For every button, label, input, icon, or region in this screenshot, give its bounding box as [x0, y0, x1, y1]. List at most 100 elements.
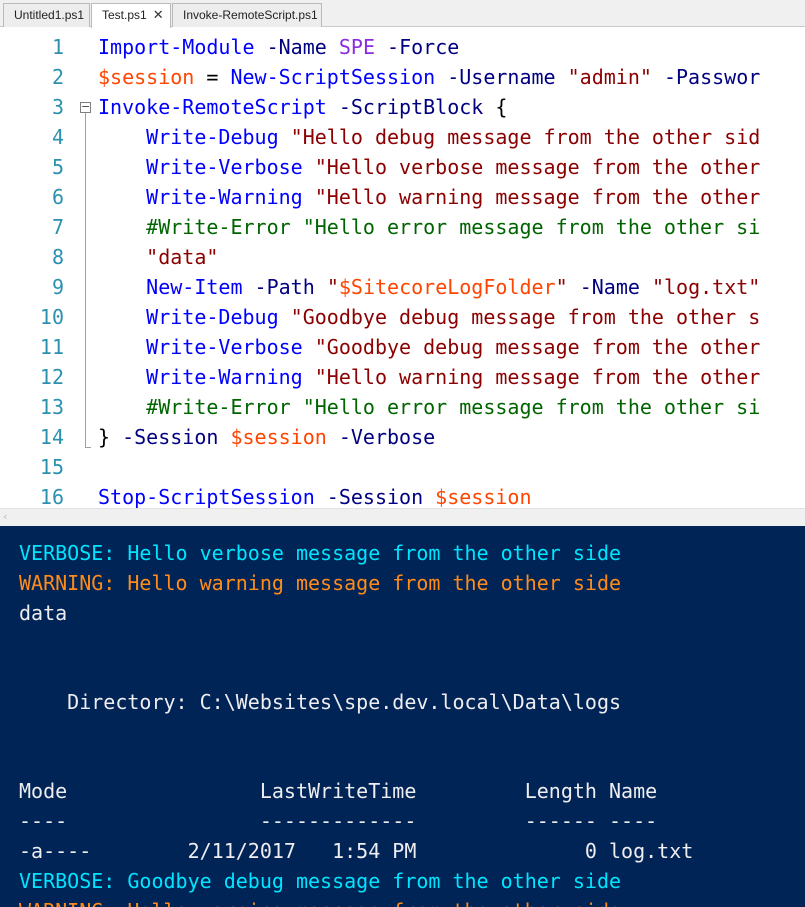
code-text: Write-Warning "Hello warning message fro… [98, 182, 760, 212]
collapse-icon[interactable]: − [80, 101, 91, 113]
close-icon[interactable]: ✕ [153, 5, 164, 27]
line-number: 8 [51, 245, 64, 269]
code-line[interactable]: 10 Write-Debug "Goodbye debug message fr… [0, 302, 805, 332]
code-text: Write-Verbose "Hello verbose message fro… [98, 152, 760, 182]
line-number: 5 [51, 155, 64, 179]
line-number: 4 [51, 125, 64, 149]
code-token: " [555, 275, 568, 299]
line-number: 14 [39, 425, 64, 449]
tab-test[interactable]: Test.ps1 ✕ [91, 3, 171, 28]
code-text: "data" [98, 242, 218, 272]
code-token: Invoke-RemoteScript [98, 95, 327, 119]
code-text: Write-Verbose "Goodbye debug message fro… [98, 332, 760, 362]
code-text: Write-Warning "Hello warning message fro… [98, 362, 760, 392]
code-line[interactable]: 14 } -Session $session -Verbose [0, 422, 805, 452]
code-token: "log.txt" [651, 275, 761, 299]
line-number: 6 [51, 185, 64, 209]
console-line-verbose: VERBOSE: Hello verbose message from the … [19, 541, 622, 565]
console-line-out: data [19, 600, 68, 625]
horizontal-scrollbar[interactable]: ‹ [0, 508, 805, 526]
code-token: "Goodbye debug message from the other [314, 335, 761, 359]
code-line[interactable]: 12 Write-Warning "Hello warning message … [0, 362, 805, 392]
code-token: -Force [387, 35, 460, 59]
fold-guide [85, 113, 86, 447]
tab-label: Untitled1.ps1 [14, 8, 85, 22]
code-token: Stop-ScriptSession [98, 485, 315, 508]
code-token: -Name [266, 35, 327, 59]
code-token: $session [230, 425, 327, 449]
code-line[interactable]: 7 #Write-Error "Hello error message from… [0, 212, 805, 242]
code-token: -Session [122, 425, 219, 449]
code-line[interactable]: 3 Invoke-RemoteScript -ScriptBlock { [0, 92, 805, 122]
code-token: $session [98, 65, 195, 89]
line-number: 13 [39, 395, 64, 419]
code-line[interactable]: 2 $session = New-ScriptSession -Username … [0, 62, 805, 92]
code-line[interactable]: 4 Write-Debug "Hello debug message from … [0, 122, 805, 152]
code-text: #Write-Error "Hello error message from t… [98, 212, 760, 242]
code-token: Write-Warning [146, 365, 303, 389]
code-line[interactable]: 5 Write-Verbose "Hello verbose message f… [0, 152, 805, 182]
code-token: } [98, 425, 123, 449]
code-line[interactable]: 8 "data" [0, 242, 805, 272]
scroll-left-icon[interactable]: ‹ [3, 510, 7, 523]
code-token: "admin" [567, 65, 652, 89]
code-token: -Passwor [663, 65, 761, 89]
line-number: 7 [51, 215, 64, 239]
console-line-out: Directory: C:\Websites\spe.dev.local\Dat… [19, 690, 622, 714]
code-token: -Session [326, 485, 424, 508]
code-text: Write-Debug "Goodbye debug message from … [98, 302, 760, 332]
code-line[interactable]: 15 [0, 452, 805, 482]
code-line[interactable]: 9 New-Item -Path "$SitecoreLogFolder" -N… [0, 272, 805, 302]
code-token: "data" [146, 245, 219, 269]
console-line-out: ---- ------------- ------ ---- [19, 809, 658, 834]
line-number: 1 [51, 35, 64, 59]
code-line[interactable]: 11 Write-Verbose "Goodbye debug message … [0, 332, 805, 362]
code-token: "Hello warning message from the other [314, 185, 761, 209]
code-line[interactable]: 6 Write-Warning "Hello warning message f… [0, 182, 805, 212]
script-editor[interactable]: 1 Import-Module -Name SPE -Force 2 $session… [0, 27, 805, 508]
tab-untitled1[interactable]: Untitled1.ps1 [3, 3, 90, 27]
code-token: $SitecoreLogFolder [338, 275, 556, 299]
code-text: } -Session $session -Verbose [98, 422, 435, 452]
code-token: "Hello warning message from the other [314, 365, 761, 389]
code-token: New-Item [146, 275, 243, 299]
tab-invoke-remotescript[interactable]: Invoke-RemoteScript.ps1 [172, 3, 322, 27]
fold-end-marker [85, 447, 91, 448]
code-line[interactable]: 16 Stop-ScriptSession -Session $session [0, 482, 805, 508]
code-token: $session [435, 485, 532, 508]
tab-label: Test.ps1 [102, 8, 147, 22]
console-line-warning: WARNING: Hello warning message from the … [19, 570, 622, 595]
line-number: 11 [39, 335, 64, 359]
code-token: SPE [338, 35, 375, 59]
code-line[interactable]: 1 Import-Module -Name SPE -Force [0, 32, 805, 62]
code-token: -Username [447, 65, 556, 89]
code-token: Write-Warning [146, 185, 303, 209]
code-token: "Goodbye debug message from the other s [290, 305, 761, 329]
code-token: "Hello verbose message from the other [314, 155, 761, 179]
code-text: #Write-Error "Hello error message from t… [98, 392, 760, 422]
code-text: Write-Debug "Hello debug message from th… [98, 122, 760, 152]
console-pane[interactable]: VERBOSE: Hello verbose message from the … [0, 526, 805, 907]
code-line[interactable]: 13 #Write-Error "Hello error message fro… [0, 392, 805, 422]
code-token: Write-Verbose [146, 155, 303, 179]
code-text: Import-Module -Name SPE -Force [98, 32, 459, 62]
code-token: New-ScriptSession [230, 65, 436, 89]
